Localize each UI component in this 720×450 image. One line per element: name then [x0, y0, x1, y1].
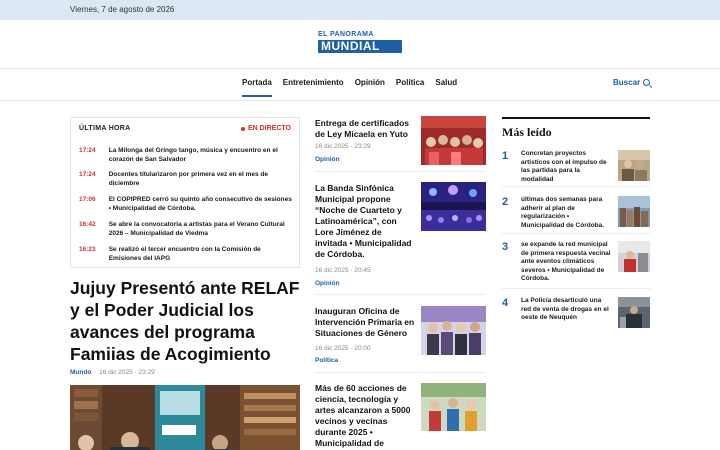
last-hour-time: 16:23	[79, 246, 96, 253]
last-hour-item[interactable]: 16:23 Se realizó el tercer encuentro con…	[79, 245, 293, 263]
last-hour-time: 16:42	[79, 221, 96, 228]
most-read-headline[interactable]: últimas dos semanas para adherir al plan…	[521, 196, 613, 230]
story-category[interactable]: Política	[315, 357, 338, 364]
last-hour-headline[interactable]: La Milonga del Gringo tango, música y en…	[109, 146, 293, 164]
current-date: Viernes, 7 de agosto de 2026	[70, 5, 175, 14]
story-date: 16 dic 2025 · 20:00	[315, 345, 371, 352]
most-read-divider	[502, 288, 650, 289]
nav-divider	[0, 100, 720, 101]
story-headline[interactable]: Más de 60 acciones de ciencia, tecnologí…	[315, 383, 415, 450]
live-dot-icon	[240, 126, 245, 131]
search-button[interactable]: Buscar	[613, 78, 651, 87]
header-divider	[0, 68, 720, 69]
last-hour-item[interactable]: 16:42 Se abre la convocatoria a artistas…	[79, 220, 293, 238]
last-hour-time: 17:24	[79, 147, 96, 154]
story-headline[interactable]: Entrega de certificados de Ley Micaela e…	[315, 118, 415, 140]
story-headline[interactable]: Inauguran Oficina de Intervención Primar…	[315, 306, 415, 339]
story-thumbnail[interactable]	[421, 182, 486, 231]
last-hour-headline[interactable]: Docentes titularizaron por primera vez e…	[109, 170, 293, 188]
most-read-rank: 4	[502, 297, 509, 309]
story-divider	[315, 171, 486, 172]
story-date: 16 dic 2025 · 23:29	[315, 143, 371, 150]
most-read-divider	[502, 186, 650, 187]
search-icon	[643, 79, 651, 86]
nav-item-opinion[interactable]: Opinión	[355, 78, 385, 98]
last-hour-headline[interactable]: Se realizó el tercer encuentro con la Co…	[109, 245, 293, 263]
featured-category[interactable]: Mundo	[70, 369, 91, 376]
search-label: Buscar	[613, 78, 641, 87]
last-hour-box: ÚLTIMA HORA EN DIRECTO 17:24 La Milonga …	[70, 117, 300, 268]
most-read-thumbnail[interactable]	[618, 297, 650, 328]
most-read-rank: 1	[502, 150, 509, 162]
story-headline[interactable]: La Banda Sinfónica Municipal propone “No…	[315, 183, 415, 260]
most-read-thumbnail[interactable]	[618, 150, 650, 181]
most-read-thumbnail[interactable]	[618, 196, 650, 227]
site-logo[interactable]: EL PANORAMA MUNDIAL	[318, 31, 402, 53]
story-divider	[315, 294, 486, 295]
most-read-headline[interactable]: La Policía desarticuló una red de venta …	[521, 297, 613, 323]
top-date-bar: Viernes, 7 de agosto de 2026	[0, 0, 720, 20]
last-hour-item[interactable]: 17:24 La Milonga del Gringo tango, músic…	[79, 146, 293, 164]
featured-meta: Mundo 16 dic 2025 · 23:29	[70, 369, 155, 376]
nav-item-entretenimiento[interactable]: Entretenimiento	[283, 78, 344, 98]
most-read-thumbnail[interactable]	[618, 241, 650, 272]
story-thumbnail[interactable]	[421, 383, 486, 431]
nav-item-salud[interactable]: Salud	[435, 78, 457, 98]
story-thumbnail[interactable]	[421, 306, 486, 355]
main-nav: Portada Entretenimiento Opinión Política…	[242, 78, 457, 98]
story-category[interactable]: Opinión	[315, 156, 340, 163]
story-divider	[315, 372, 486, 373]
most-read-rank: 2	[502, 196, 509, 208]
story-thumbnail[interactable]	[421, 116, 486, 165]
featured-headline[interactable]: Jujuy Presentó ante RELAF y el Poder Jud…	[70, 277, 302, 365]
live-label: EN DIRECTO	[247, 125, 291, 132]
logo-line-1: EL PANORAMA	[318, 31, 374, 38]
last-hour-time: 17:24	[79, 171, 96, 178]
last-hour-headline[interactable]: El COPIPRED cerró su quinto año consecut…	[109, 195, 293, 213]
most-read-divider	[502, 233, 650, 234]
nav-item-politica[interactable]: Política	[396, 78, 424, 98]
nav-item-portada[interactable]: Portada	[242, 78, 272, 98]
most-read-headline[interactable]: Concretan proyectos artísticos con el im…	[521, 150, 613, 184]
last-hour-time: 17:06	[79, 196, 96, 203]
last-hour-title: ÚLTIMA HORA	[79, 125, 131, 132]
logo-line-2: MUNDIAL	[318, 40, 402, 53]
live-badge: EN DIRECTO	[240, 125, 291, 132]
last-hour-item[interactable]: 17:24 Docentes titularizaron por primera…	[79, 170, 293, 188]
most-read-rule	[502, 117, 650, 119]
last-hour-item[interactable]: 17:06 El COPIPRED cerró su quinto año co…	[79, 195, 293, 213]
story-date: 16 dic 2025 · 20:45	[315, 267, 371, 274]
featured-date: 16 dic 2025 · 23:29	[99, 369, 155, 376]
last-hour-headline[interactable]: Se abre la convocatoria a artistas para …	[109, 220, 293, 238]
story-category[interactable]: Opinión	[315, 280, 340, 287]
most-read-title: Más leído	[502, 125, 552, 139]
most-read-rank: 3	[502, 241, 509, 253]
featured-image[interactable]	[70, 385, 300, 450]
most-read-headline[interactable]: se expande la red municipal de primera r…	[521, 241, 613, 284]
